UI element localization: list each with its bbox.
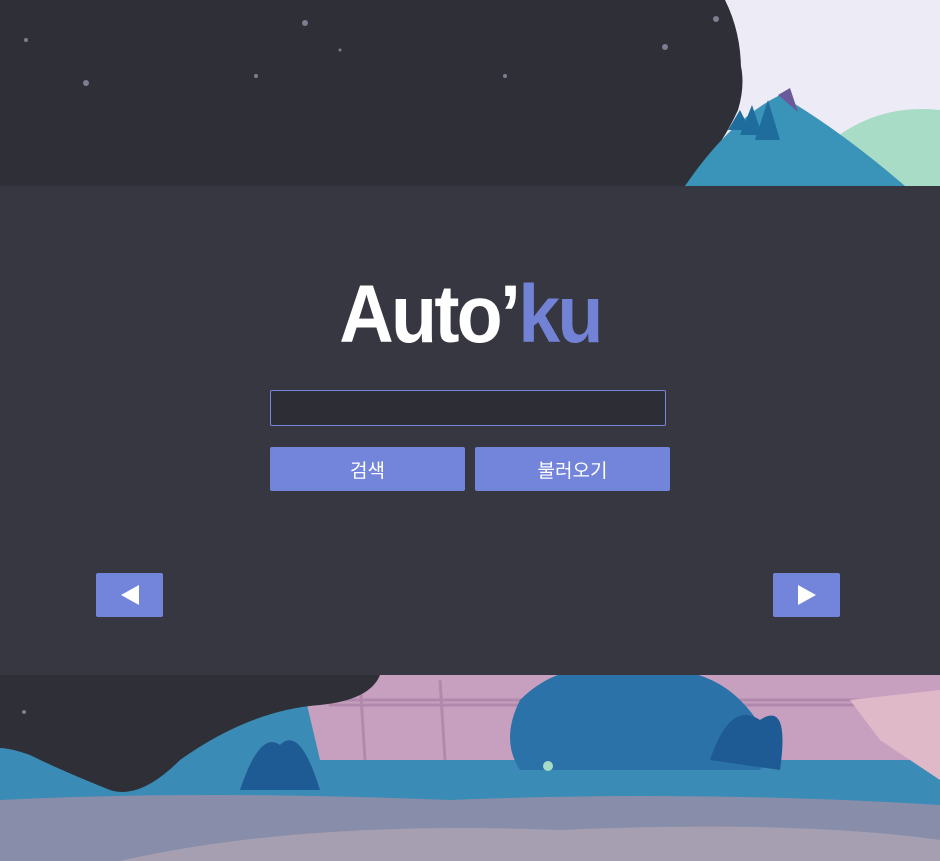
logo-text-accent: ku bbox=[518, 269, 603, 360]
search-input[interactable] bbox=[270, 390, 666, 426]
next-button[interactable] bbox=[773, 573, 840, 617]
triangle-left-icon bbox=[120, 585, 139, 605]
load-button[interactable]: 불러오기 bbox=[475, 447, 670, 491]
triangle-right-icon bbox=[797, 585, 816, 605]
logo-text-primary: Auto’ bbox=[339, 269, 521, 360]
previous-button[interactable] bbox=[96, 573, 163, 617]
app-logo: Auto’ku bbox=[38, 270, 903, 360]
search-button[interactable]: 검색 bbox=[270, 447, 465, 491]
